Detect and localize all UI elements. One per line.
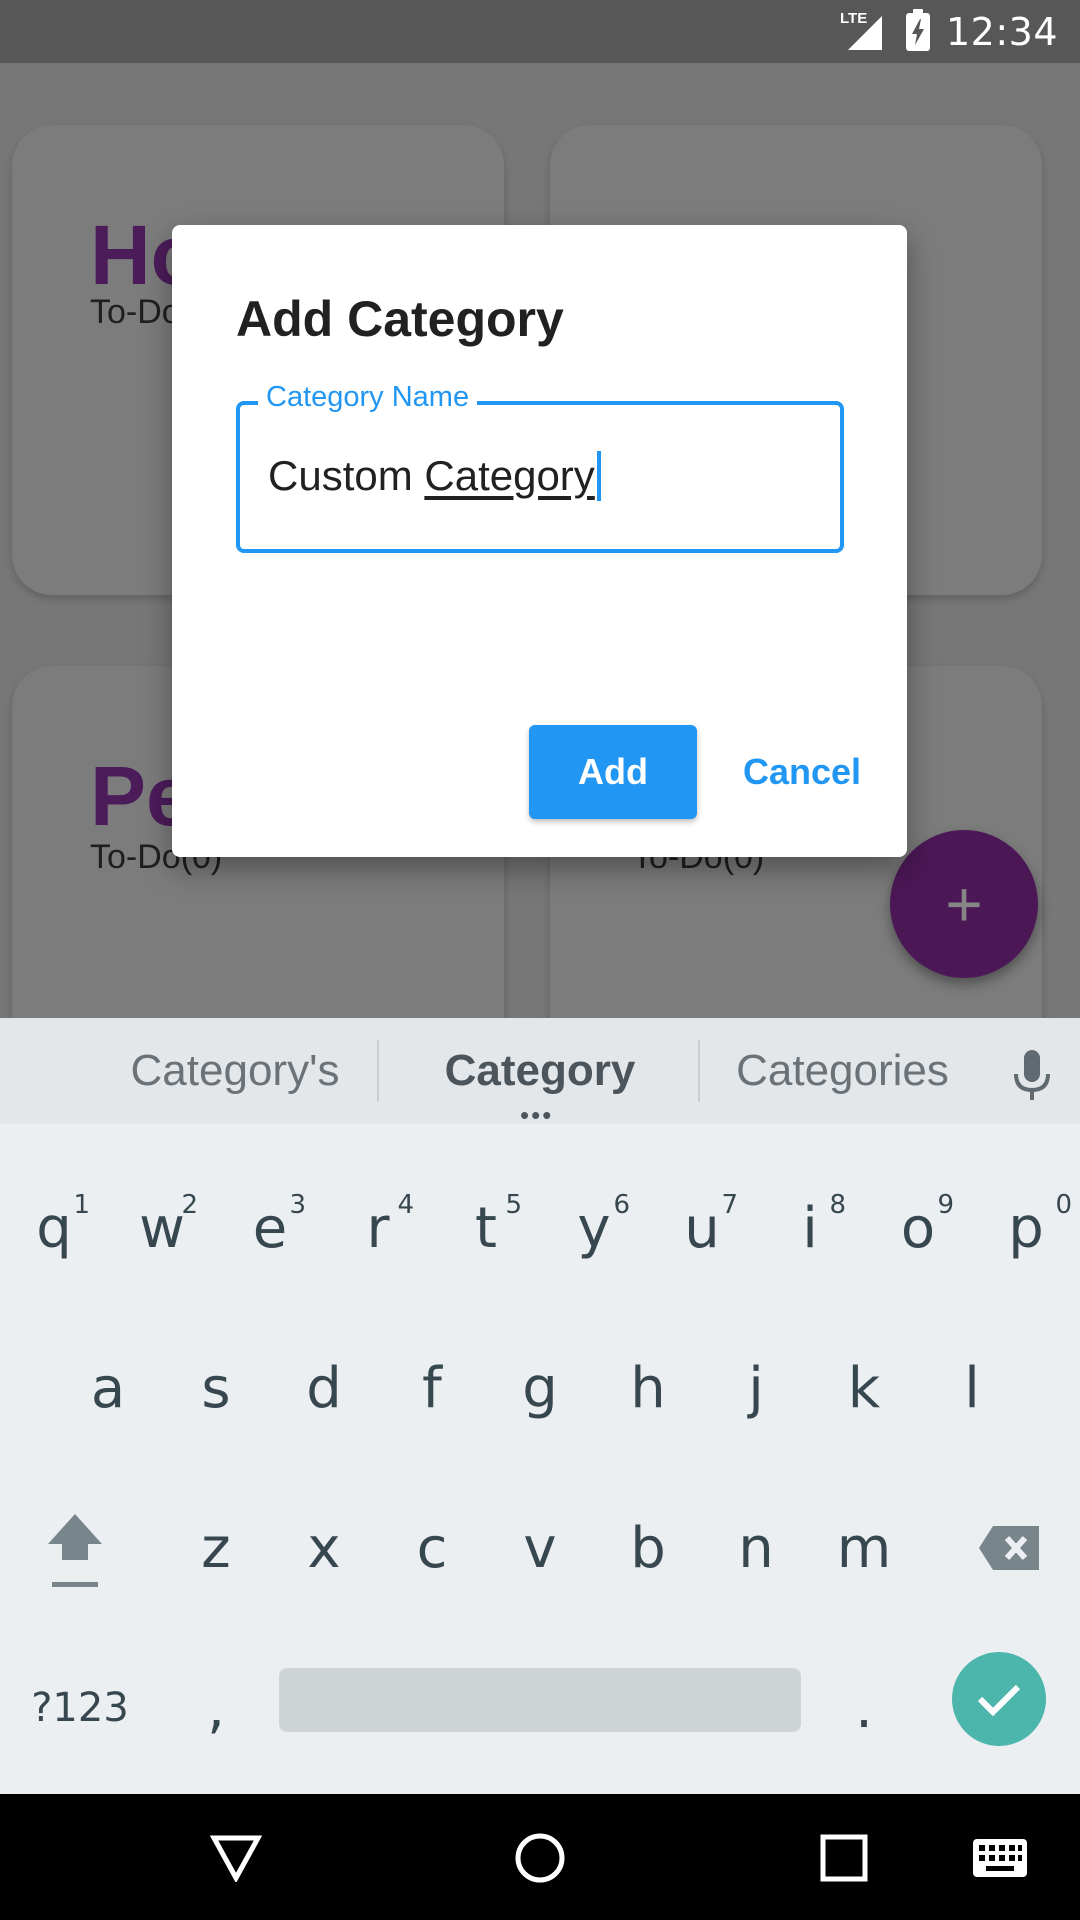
key-t[interactable]: t5	[442, 1158, 530, 1298]
key-z[interactable]: z	[172, 1478, 260, 1618]
cancel-button[interactable]: Cancel	[727, 725, 877, 819]
suggestion-divider	[377, 1040, 379, 1102]
category-name-label: Category Name	[258, 381, 478, 414]
key-o[interactable]: o9	[874, 1158, 962, 1298]
clock: 12:34	[945, 9, 1058, 54]
key-j[interactable]: j	[712, 1318, 800, 1458]
checkmark-icon	[977, 1684, 1021, 1717]
key-u[interactable]: u7	[658, 1158, 746, 1298]
microphone-icon[interactable]	[1008, 1048, 1056, 1104]
add-button[interactable]: Add	[529, 725, 697, 819]
category-name-field[interactable]: Category Name Custom Category	[236, 381, 844, 553]
backspace-key[interactable]	[960, 1478, 1060, 1618]
key-a[interactable]: a	[64, 1318, 152, 1458]
battery-charging-icon	[905, 8, 930, 51]
key-x[interactable]: x	[280, 1478, 368, 1618]
more-suggestions-icon: •••	[520, 1100, 554, 1130]
shift-key[interactable]	[20, 1478, 130, 1618]
add-category-fab[interactable]: +	[890, 830, 1038, 978]
navigation-bar	[0, 1794, 1080, 1920]
suggestion-strip: Category's Category Categories •••	[0, 1018, 1080, 1130]
category-name-input[interactable]: Custom Category	[268, 451, 601, 501]
status-icons: LTE 12:34	[840, 0, 1058, 63]
key-r[interactable]: r4	[334, 1158, 422, 1298]
key-q[interactable]: q1	[10, 1158, 98, 1298]
suggestion-left[interactable]: Category's	[110, 1018, 360, 1124]
symbols-key[interactable]: ?123	[20, 1638, 140, 1778]
add-category-dialog: Add Category Category Name Custom Catego…	[172, 225, 907, 857]
key-n[interactable]: n	[712, 1478, 800, 1618]
key-d[interactable]: d	[280, 1318, 368, 1458]
key-c[interactable]: c	[388, 1478, 476, 1618]
done-key[interactable]	[952, 1652, 1046, 1746]
suggestion-right[interactable]: Categories	[720, 1018, 965, 1124]
key-y[interactable]: y6	[550, 1158, 638, 1298]
plus-icon: +	[945, 868, 983, 940]
shift-icon	[48, 1514, 102, 1587]
key-w[interactable]: w2	[118, 1158, 206, 1298]
lte-signal-icon: LTE	[840, 10, 890, 52]
key-f[interactable]: f	[388, 1318, 476, 1458]
key-k[interactable]: k	[820, 1318, 908, 1458]
key-e[interactable]: e3	[226, 1158, 314, 1298]
backspace-icon	[979, 1526, 1039, 1570]
input-text: Custom	[268, 452, 425, 499]
status-bar: LTE 12:34	[0, 0, 1080, 63]
comma-key[interactable]: ,	[172, 1638, 260, 1778]
card-subtitle: To-Do	[90, 293, 181, 331]
key-b[interactable]: b	[604, 1478, 692, 1618]
key-i[interactable]: i8	[766, 1158, 854, 1298]
soft-keyboard: Category's Category Categories ••• q1 w2…	[0, 1018, 1080, 1794]
suggestion-divider	[698, 1040, 700, 1102]
key-v[interactable]: v	[496, 1478, 584, 1618]
key-h[interactable]: h	[604, 1318, 692, 1458]
key-p[interactable]: p0	[982, 1158, 1072, 1298]
recents-icon[interactable]	[820, 1834, 868, 1882]
key-s[interactable]: s	[172, 1318, 260, 1458]
period-key[interactable]: .	[820, 1638, 908, 1778]
text-cursor	[596, 451, 601, 501]
key-m[interactable]: m	[820, 1478, 908, 1618]
back-icon[interactable]	[210, 1834, 262, 1882]
key-l[interactable]: l	[928, 1318, 1016, 1458]
composing-text: Category	[424, 452, 595, 499]
home-icon[interactable]	[514, 1832, 566, 1884]
keyboard-switch-icon[interactable]	[972, 1838, 1028, 1878]
dialog-title: Add Category	[236, 291, 564, 347]
key-g[interactable]: g	[496, 1318, 584, 1458]
space-key[interactable]	[279, 1668, 801, 1732]
